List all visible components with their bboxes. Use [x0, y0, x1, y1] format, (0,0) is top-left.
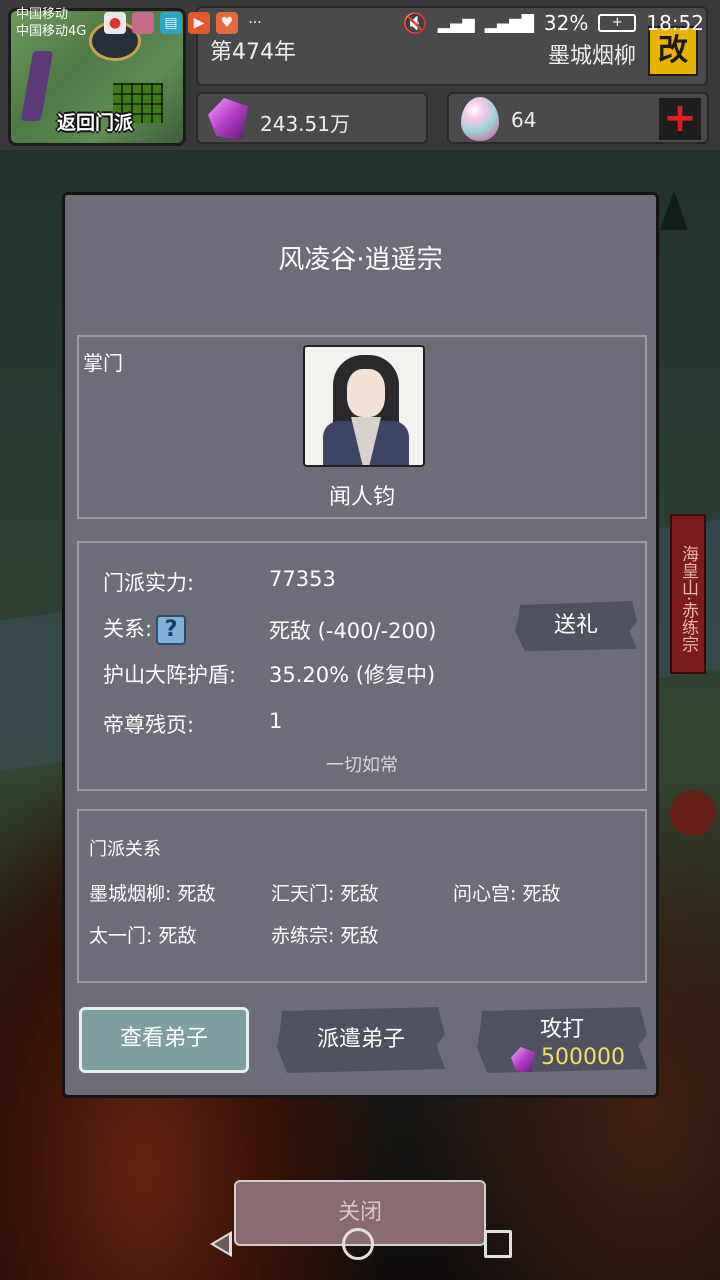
carrier-1: 中国移动 — [16, 7, 69, 22]
shield-label: 护山大阵护盾: — [103, 663, 237, 687]
return-sect-button[interactable]: 返回门派 — [57, 108, 133, 135]
portrait-face — [347, 369, 385, 417]
master-portrait[interactable] — [303, 345, 425, 467]
spire-icon — [20, 51, 54, 121]
signal-icon: ▂▄▆ — [437, 13, 475, 33]
master-section: 掌门 闻人钧 — [77, 335, 647, 519]
relation-value: 死敌 (-400/-200) — [269, 619, 437, 643]
egg-amount: 64 — [511, 108, 537, 132]
relations-section: 门派关系 墨城烟柳: 死敌 汇天门: 死敌 问心宫: 死敌 太一门: 死敌 赤练… — [77, 809, 647, 983]
more-icon: ··· — [248, 15, 262, 31]
dispatch-disciples-button[interactable]: 派遣弟子 — [277, 1007, 445, 1073]
home-nav-icon[interactable] — [342, 1228, 374, 1260]
book-app-icon: ▤ — [160, 12, 182, 34]
back-nav-icon[interactable] — [208, 1229, 232, 1259]
maps-app-icon: ● — [104, 12, 126, 34]
relation-item: 问心宫: 死敌 — [453, 883, 561, 905]
crystal-icon — [208, 98, 248, 140]
status-note: 一切如常 — [326, 755, 398, 776]
status-right: 🔇 ▂▄▆ ▂▄▆█ 32% + 18:52 — [403, 11, 704, 35]
dialog-title: 风凌谷·逍遥宗 — [278, 245, 443, 275]
add-resource-button[interactable]: + — [659, 98, 701, 140]
tree — [660, 190, 688, 230]
red-tree — [670, 790, 716, 836]
clock: 18:52 — [646, 11, 704, 35]
battery-percent: 32% — [543, 11, 589, 35]
crystal-amount: 243.51万 — [260, 112, 350, 136]
video-app-icon: ▶ — [188, 12, 210, 34]
shield-value: 35.20% (修复中) — [269, 663, 436, 687]
notification-icons: ● ▤ ▶ ♥ ··· — [104, 12, 266, 34]
mute-icon: 🔇 — [402, 11, 428, 35]
attack-cost: 500000 — [541, 1045, 625, 1070]
signal-icon-2: ▂▄▆█ — [484, 13, 534, 33]
attack-button[interactable]: 攻打 500000 — [477, 1007, 647, 1073]
master-label: 掌门 — [83, 351, 123, 375]
view-disciples-button[interactable]: 查看弟子 — [79, 1007, 249, 1073]
egg-counter: 64 + — [447, 92, 709, 144]
crystal-counter: 243.51万 — [196, 92, 428, 144]
sect-info-dialog: 风凌谷·逍遥宗 掌门 闻人钧 门派实力: 77353 关系:? 死敌 (-400… — [62, 192, 659, 1098]
help-icon[interactable]: ? — [156, 615, 187, 645]
power-label: 门派实力: — [103, 571, 195, 595]
pages-label: 帝尊残页: — [103, 713, 195, 737]
power-value: 77353 — [269, 567, 336, 591]
send-gift-button[interactable]: 送礼 — [515, 601, 637, 651]
relation-item: 太一门: 死敌 — [89, 925, 197, 947]
relation-item: 赤练宗: 死敌 — [271, 925, 379, 947]
spirit-egg-icon — [461, 97, 499, 141]
pages-value: 1 — [269, 709, 283, 733]
crystal-icon — [511, 1047, 535, 1073]
heart-app-icon: ♥ — [216, 12, 238, 34]
recents-nav-icon[interactable] — [484, 1230, 512, 1258]
side-sect-banner[interactable]: 海皇山·赤练宗 — [670, 514, 706, 674]
battery-icon: + — [598, 14, 637, 32]
carrier-info: 中国移动 中国移动4G — [16, 6, 86, 40]
carrier-2: 中国移动4G — [16, 24, 87, 39]
relation-label-group: 关系:? — [103, 613, 187, 645]
relations-title: 门派关系 — [89, 839, 161, 860]
master-name: 闻人钧 — [328, 485, 395, 510]
stats-section: 门派实力: 77353 关系:? 死敌 (-400/-200) 护山大阵护盾: … — [77, 541, 647, 791]
relation-item: 汇天门: 死敌 — [271, 883, 379, 905]
android-nav-bar — [0, 1208, 720, 1280]
relation-item: 墨城烟柳: 死敌 — [89, 883, 216, 905]
relation-label: 关系: — [103, 617, 153, 641]
app-icon — [132, 12, 154, 34]
attack-label: 攻打 — [539, 1017, 584, 1042]
